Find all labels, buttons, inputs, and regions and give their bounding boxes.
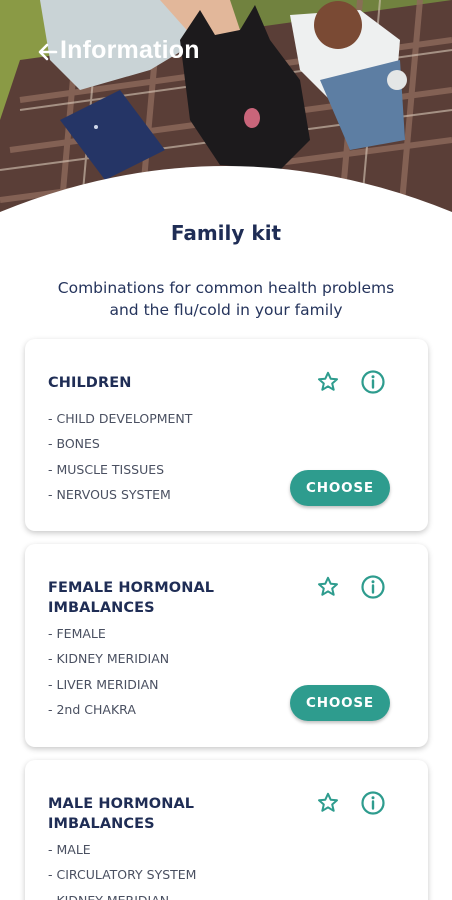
star-icon [318,792,338,812]
kit-subtitle-line-2: and the flu/cold in your family [109,301,343,319]
kit-subtitle: Combinations for common health problems … [40,277,412,321]
star-icon [318,576,338,596]
header-curve [0,166,452,225]
favorite-button[interactable] [315,574,341,600]
choose-button[interactable]: CHOOSE [290,685,390,721]
kit-card-female-hormonal: FEMALE HORMONAL IMBALANCES - FEMALE - KI… [25,544,428,747]
favorite-button[interactable] [315,369,341,395]
list-item: - KIDNEY MERIDIAN [48,651,170,667]
card-title: FEMALE HORMONAL IMBALANCES [48,580,215,616]
kit-subtitle-line-1: Combinations for common health problems [57,279,395,297]
list-item: - BONES [48,436,100,452]
star-icon [318,371,338,391]
card-item-list: - FEMALE - KIDNEY MERIDIAN - LIVER MERID… [48,621,169,722]
info-button[interactable] [360,574,386,600]
info-button[interactable] [360,369,386,395]
info-icon [361,575,385,599]
list-item: - 2nd CHAKRA [48,701,136,717]
list-item: - CIRCULATORY SYSTEM [48,867,197,883]
info-button[interactable] [360,790,386,816]
choose-button[interactable]: CHOOSE [290,470,390,506]
list-item: - KIDNEY MERIDIAN [48,888,196,900]
arrow-left-icon [38,43,58,61]
list-item: - LIVER MERIDIAN [48,676,159,692]
card-title: CHILDREN [48,375,132,391]
list-item: - MALE [48,842,91,857]
card-item-list: - MALE - CIRCULATORY SYSTEM - KIDNEY MER… [48,837,196,900]
list-item: - MUSCLE TISSUES [48,461,165,477]
info-icon [361,370,385,394]
list-item: - FEMALE [48,626,106,641]
top-app-bar: Information [0,0,452,100]
card-title: MALE HORMONAL IMBALANCES [48,796,195,832]
kit-title: Family kit [170,221,282,245]
favorite-button[interactable] [315,790,341,816]
card-item-list: - CHILD DEVELOPMENT - BONES - MUSCLE TIS… [48,406,192,507]
list-item: - NERVOUS SYSTEM [48,486,171,502]
kit-card-male-hormonal: MALE HORMONAL IMBALANCES - MALE - CIRCUL… [25,760,428,900]
back-button[interactable] [34,38,62,66]
page-title: Information [60,36,200,64]
info-icon [361,791,385,815]
list-item: - CHILD DEVELOPMENT [48,411,193,426]
kit-card-children: CHILDREN - CHILD DEVELOPMENT - BONES - M… [25,339,428,531]
